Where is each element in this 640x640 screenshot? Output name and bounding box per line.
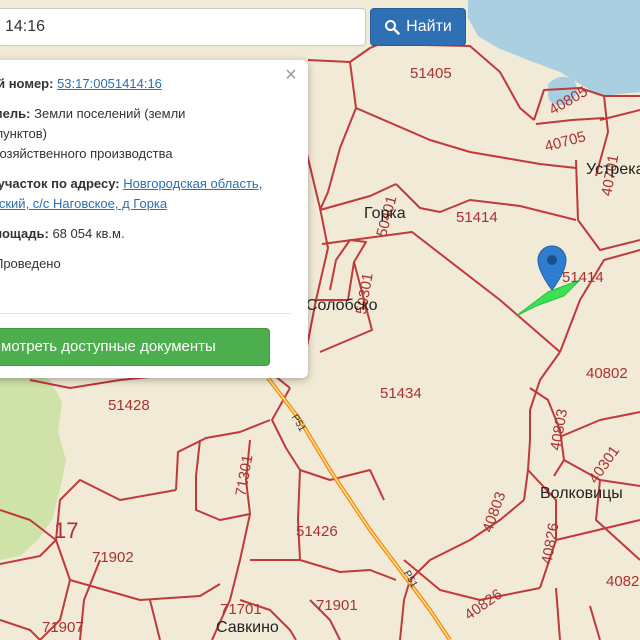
status-value: Проведено (0, 256, 61, 271)
land-category-row: емель: Земли поселений (земли х пунктов)… (0, 104, 292, 164)
search-button-label: Найти (406, 18, 452, 35)
popup-divider (0, 313, 292, 314)
search-button[interactable]: Найти (370, 8, 466, 46)
place-label-gorka: Горка (364, 205, 406, 222)
parcel-label: 71907 (42, 619, 84, 636)
parcel-label: 51426 (296, 523, 338, 540)
land-category-value-3: охозяйственного производства (0, 146, 173, 161)
popup-body: ый номер: 53:17:0051414:16 емель: Земли … (0, 74, 292, 284)
parcel-label: 71701 (220, 601, 262, 618)
parcel-label: 71902 (92, 549, 134, 566)
address-link-2[interactable]: усский, с/с Наговское, д Горка (0, 196, 167, 211)
address-row: й участок по адресу: Новгородская област… (0, 174, 292, 214)
district-number: 17 (54, 518, 78, 543)
parcel-label: 71901 (316, 597, 358, 614)
cadastral-number-row: ый номер: 53:17:0051414:16 (0, 74, 292, 94)
area-label: площадь: (0, 226, 49, 241)
parcel-label: 51405 (410, 65, 452, 82)
place-label-solobsko: Солобско (306, 297, 378, 314)
land-category-value-2: х пунктов) (0, 126, 47, 141)
parcel-info-popup: × ый номер: 53:17:0051414:16 емель: Земл… (0, 60, 308, 378)
place-label-savkino: Савкино (216, 619, 279, 636)
address-link[interactable]: Новгородская область, (123, 176, 262, 191)
parcel-label: 40802 (586, 365, 628, 382)
search-icon (385, 20, 400, 35)
search-input[interactable] (0, 8, 366, 46)
status-row: : Проведено (0, 254, 292, 274)
place-label-volkovitsy: Волковицы (540, 485, 623, 502)
parcel-label: 51434 (380, 385, 422, 402)
view-documents-button[interactable]: мотреть доступные документы (0, 328, 270, 366)
land-category-label: емель: (0, 106, 31, 121)
cadastral-number-label: ый номер: (0, 76, 54, 91)
area-row: площадь: 68 054 кв.м. (0, 224, 292, 244)
area-value: 68 054 кв.м. (52, 226, 125, 241)
land-category-value: Земли поселений (земли (34, 106, 186, 121)
parcel-label: 51428 (108, 397, 150, 414)
parcel-label: 4082 (606, 573, 639, 590)
parcel-label: 51414 (562, 269, 604, 286)
place-label-ustreka: Устрека (586, 161, 640, 178)
parcel-label: 51414 (456, 209, 498, 226)
cadastral-number-link[interactable]: 53:17:0051414:16 (57, 76, 162, 91)
address-label: й участок по адресу: (0, 176, 120, 191)
